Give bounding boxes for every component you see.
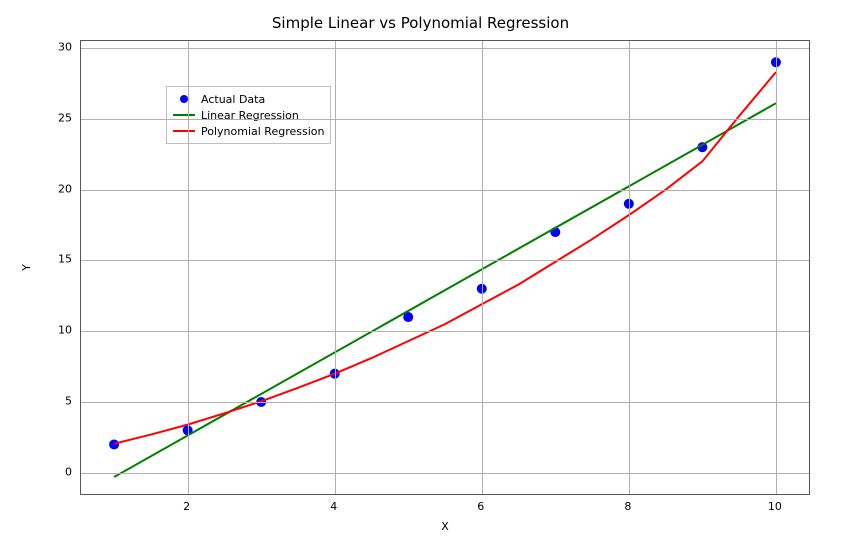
x-axis-label: X — [80, 520, 810, 533]
grid-line-vertical — [776, 41, 777, 494]
legend-label: Polynomial Regression — [201, 125, 324, 138]
y-tick-label: 25 — [0, 111, 72, 124]
grid-line-horizontal — [81, 331, 809, 332]
legend-entry: Polynomial Regression — [173, 123, 324, 139]
y-tick-label: 15 — [0, 253, 72, 266]
legend: Actual DataLinear Regression Polynomial R… — [166, 86, 331, 144]
legend-swatch — [173, 93, 195, 105]
grid-line-vertical — [482, 41, 483, 494]
y-tick-label: 10 — [0, 324, 72, 337]
y-axis-label: Y — [20, 40, 33, 495]
grid-line-horizontal — [81, 402, 809, 403]
y-tick-label: 30 — [0, 41, 72, 54]
data-point — [109, 439, 119, 449]
x-tick-label: 10 — [768, 500, 782, 513]
grid-line-vertical — [188, 41, 189, 494]
x-tick-label: 4 — [330, 500, 337, 513]
y-tick-label: 20 — [0, 182, 72, 195]
legend-entry: Actual Data — [173, 91, 324, 107]
x-tick-label: 8 — [624, 500, 631, 513]
grid-line-vertical — [629, 41, 630, 494]
regression-line — [114, 103, 776, 477]
grid-line-horizontal — [81, 190, 809, 191]
x-tick-label: 2 — [183, 500, 190, 513]
legend-swatch — [173, 125, 195, 137]
plot-area: Actual DataLinear Regression Polynomial R… — [80, 40, 810, 495]
grid-line-horizontal — [81, 119, 809, 120]
legend-entry: Linear Regression — [173, 107, 324, 123]
grid-line-horizontal — [81, 48, 809, 49]
y-tick-label: 0 — [0, 465, 72, 478]
grid-line-horizontal — [81, 260, 809, 261]
grid-line-horizontal — [81, 473, 809, 474]
chart-container: Simple Linear vs Polynomial Regression A… — [0, 0, 841, 547]
x-tick-label: 6 — [477, 500, 484, 513]
legend-label: Actual Data — [201, 93, 265, 106]
chart-title: Simple Linear vs Polynomial Regression — [0, 14, 841, 32]
y-tick-label: 5 — [0, 394, 72, 407]
grid-line-vertical — [335, 41, 336, 494]
